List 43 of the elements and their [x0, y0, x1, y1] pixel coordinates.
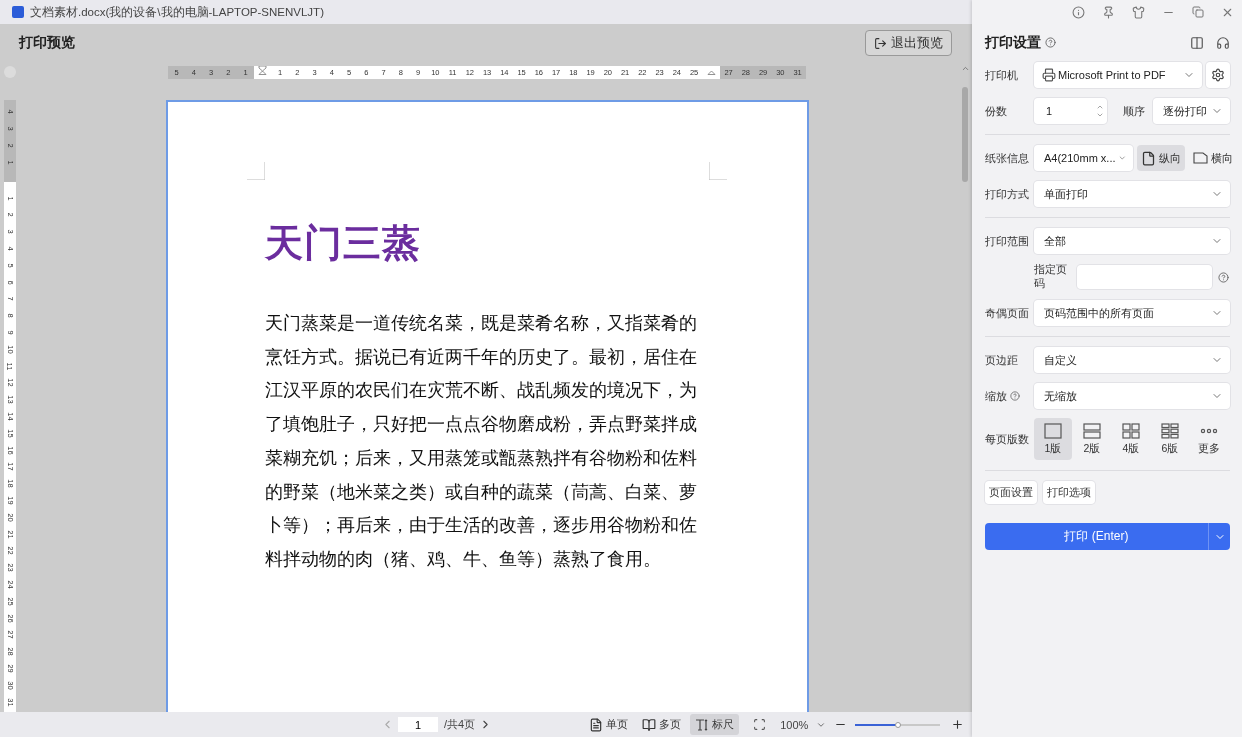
orientation-button[interactable]: 横向 — [1189, 145, 1237, 171]
dropdown[interactable]: 页码范围中的所有页面 — [1034, 300, 1230, 326]
settings-button[interactable]: 打印选项 — [1043, 481, 1095, 504]
page-number-field[interactable]: 1 — [398, 717, 438, 732]
dropdown[interactable]: 单面打印 — [1034, 181, 1230, 207]
page-total: /共4页 — [444, 717, 476, 732]
dropdown[interactable]: 自定义 — [1034, 347, 1230, 373]
field-label: 纸张信息 — [985, 150, 1030, 166]
copies-field[interactable]: 1 — [1034, 98, 1107, 124]
orientation-button[interactable]: 纵向 — [1137, 145, 1185, 171]
field-label: 页边距 — [985, 352, 1019, 368]
field-label: 每页版数 — [985, 431, 1030, 447]
dropdown[interactable]: 全部 — [1034, 228, 1230, 254]
field-label: 打印范围 — [985, 233, 1030, 249]
pages-per-sheet-option[interactable]: 1版 — [1034, 418, 1072, 460]
field-label: 奇偶页面 — [985, 305, 1030, 321]
dropdown[interactable]: 逐份打印 — [1153, 98, 1230, 124]
field-label: 顺序 — [1123, 103, 1146, 119]
dropdown[interactable]: 无缩放 — [1034, 383, 1230, 409]
document-paragraph: 天门蒸菜是一道传统名菜，既是菜肴名称，又指菜肴的烹饪方式。据说已有近两千年的历史了。最初，居住在江汉平原的农民们在灾荒不断、战乱频发的境况下，为了填饱肚子，只好把一点点谷物磨成粉，弄点野菜拌成菜糊充饥；后来，又用蒸笼或甑蒸熟拌有谷物粉和佐料的野菜（地米菜之类）或自种的蔬菜（茼蒿、白菜、萝卜等）；再后来，由于生活的改善，逐步用谷物粉和佐料拌动物的肉（猪、鸡、牛、鱼等）蒸熟了食用。 — [265, 312, 698, 571]
print-button[interactable]: 打印 (Enter) — [985, 523, 1208, 550]
printer-name: Microsoft Print to PDF — [1058, 69, 1166, 81]
view-mode-button[interactable]: 标尺 — [690, 714, 740, 735]
settings-title: 打印设置 — [985, 33, 1041, 52]
field-label: 指定页码 — [1034, 263, 1068, 291]
view-mode-button[interactable]: 单页 — [584, 714, 634, 735]
window-title: 文档素材.docx(我的设备\我的电脑-LAPTOP-SNENVLJT) — [30, 4, 324, 20]
field-label: 份数 — [985, 103, 1008, 119]
pages-per-sheet-option[interactable]: 4版 — [1112, 418, 1150, 460]
document-title: 天门三蒸 — [265, 221, 422, 266]
exit-preview-button[interactable]: 退出预览 — [865, 30, 952, 56]
view-mode-button[interactable]: 多页 — [637, 714, 687, 735]
zoom-level[interactable]: 100% — [780, 718, 809, 731]
printer-dropdown[interactable]: Microsoft Print to PDF — [1034, 62, 1202, 88]
field-label: 打印方式 — [985, 186, 1030, 202]
pages-per-sheet-option[interactable]: 更多 — [1190, 418, 1228, 460]
dropdown[interactable]: A4(210mm x... — [1034, 145, 1133, 171]
field-label: 缩放 — [985, 388, 1007, 404]
settings-button[interactable]: 页面设置 — [985, 481, 1037, 504]
pages-per-sheet-option[interactable]: 2版 — [1073, 418, 1111, 460]
field-label: 打印机 — [985, 67, 1019, 83]
preview-title: 打印预览 — [19, 34, 75, 52]
pages-per-sheet-option[interactable]: 6版 — [1151, 418, 1189, 460]
